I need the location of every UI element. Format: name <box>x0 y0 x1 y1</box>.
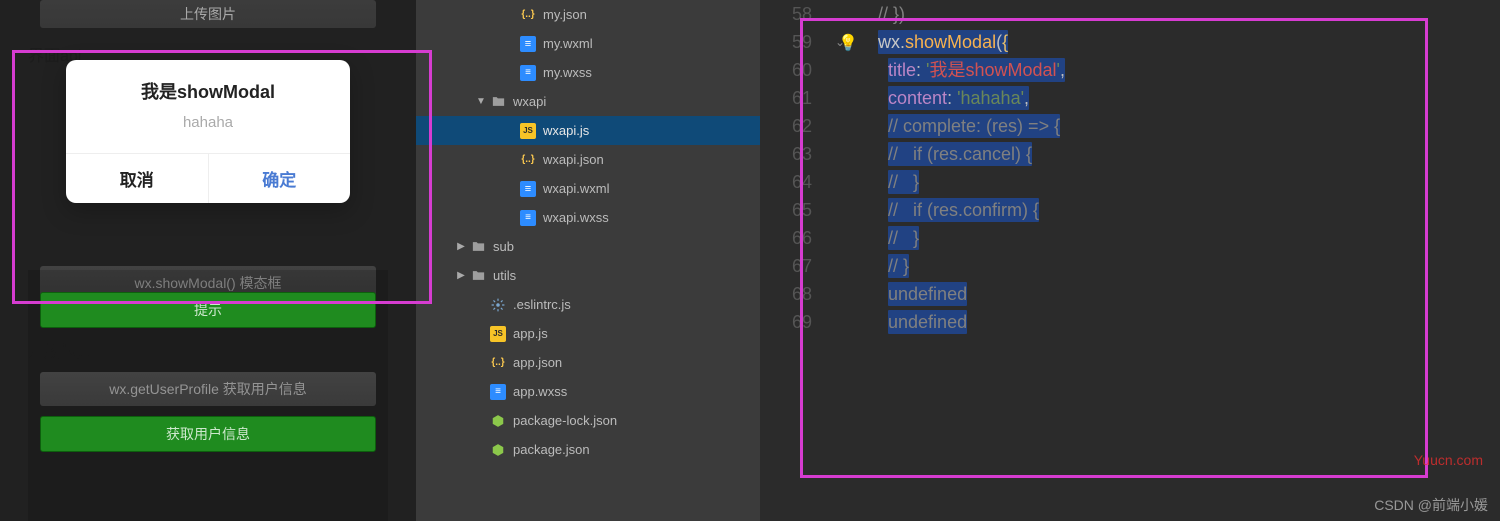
lightbulb-icon[interactable]: 💡 <box>838 30 858 58</box>
json-icon <box>520 7 536 23</box>
tree-item-label: wxapi.json <box>543 152 604 167</box>
code-line-69[interactable]: undefined <box>858 308 1490 336</box>
code-line-60[interactable]: title: '我是showModal', <box>858 56 1490 84</box>
tree-item-sub[interactable]: ▶ sub <box>416 232 760 261</box>
chevron-right-icon[interactable]: ▶ <box>456 270 466 281</box>
tree-item-app-wxss[interactable]: app.wxss <box>416 377 760 406</box>
tree-item-label: wxapi.wxml <box>543 181 609 196</box>
modal-content: hahaha <box>66 112 350 153</box>
nodejs-icon <box>490 413 506 429</box>
code-line-59[interactable]: wx.showModal({ <box>858 28 1490 56</box>
line-gutter: 585960616263646566676869 <box>760 0 830 336</box>
code-line-68[interactable]: undefined <box>858 280 1490 308</box>
tree-item-label: sub <box>493 239 514 254</box>
json-icon <box>520 152 536 168</box>
tree-item-my-json[interactable]: my.json <box>416 0 760 29</box>
js-icon <box>520 123 536 139</box>
tree-item-wxapi[interactable]: ▼ wxapi <box>416 87 760 116</box>
tree-item-label: app.js <box>513 326 548 341</box>
code-line-64[interactable]: // } <box>858 168 1490 196</box>
tree-item-package-json[interactable]: package.json <box>416 435 760 464</box>
tree-item-app-json[interactable]: app.json <box>416 348 760 377</box>
wxss-icon <box>490 384 506 400</box>
code-line-66[interactable]: // } <box>858 224 1490 252</box>
get-user-info-button[interactable]: 获取用户信息 <box>40 416 376 452</box>
wxss-icon <box>520 210 536 226</box>
tree-item-package-lock-json[interactable]: package-lock.json <box>416 406 760 435</box>
tree-item-app-js[interactable]: app.js <box>416 319 760 348</box>
tree-item-label: package.json <box>513 442 590 457</box>
file-tree[interactable]: my.json my.wxml my.wxss ▼ wxapi wxapi.js wxapi… <box>416 0 760 521</box>
tree-item-my-wxss[interactable]: my.wxss <box>416 58 760 87</box>
folder-icon <box>470 239 486 255</box>
modal-cancel-button[interactable]: 取消 <box>66 154 209 203</box>
json-icon <box>490 355 506 371</box>
tree-item-label: my.wxss <box>543 65 592 80</box>
tree-item-label: app.wxss <box>513 384 567 399</box>
tree-item-wxapi-json[interactable]: wxapi.json <box>416 145 760 174</box>
tree-item--eslintrc-js[interactable]: .eslintrc.js <box>416 290 760 319</box>
wxml-icon <box>520 36 536 52</box>
tree-item-label: package-lock.json <box>513 413 617 428</box>
tree-item-label: utils <box>493 268 516 283</box>
modal-confirm-button[interactable]: 确定 <box>209 154 351 203</box>
modal-actions: 取消 确定 <box>66 153 350 203</box>
code-line-58[interactable]: // }) <box>858 0 1490 28</box>
tip-button[interactable]: 提示 <box>40 292 376 328</box>
nodejs-icon <box>490 442 506 458</box>
folder-icon <box>490 94 506 110</box>
gear-icon <box>490 297 506 313</box>
code-content[interactable]: // }) wx.showModal({ title: '我是showModal… <box>858 0 1490 336</box>
tree-item-utils[interactable]: ▶ utils <box>416 261 760 290</box>
section-open-ability: 开放能力 <box>28 338 388 362</box>
upload-image-btn[interactable]: 上传图片 <box>40 0 376 28</box>
wxss-icon <box>520 65 536 81</box>
tree-item-wxapi-wxml[interactable]: wxapi.wxml <box>416 174 760 203</box>
code-line-67[interactable]: // } <box>858 252 1490 280</box>
chevron-down-icon[interactable]: ▼ <box>476 96 486 107</box>
code-editor[interactable]: 585960616263646566676869 ⌄ 💡 // }) wx.sh… <box>760 0 1500 521</box>
js-icon <box>490 326 506 342</box>
tree-item-label: my.json <box>543 7 587 22</box>
wxml-icon <box>520 181 536 197</box>
tree-item-label: wxapi <box>513 94 546 109</box>
modal-title: 我是showModal <box>66 60 350 112</box>
code-line-62[interactable]: // complete: (res) => { <box>858 112 1490 140</box>
code-line-65[interactable]: // if (res.confirm) { <box>858 196 1490 224</box>
tree-item-wxapi-wxss[interactable]: wxapi.wxss <box>416 203 760 232</box>
phone-simulator: 上传图片 界面api 我是showModal hahaha 取消 确定 wx.s… <box>0 0 416 521</box>
folder-icon <box>470 268 486 284</box>
tree-item-wxapi-js[interactable]: wxapi.js <box>416 116 760 145</box>
tree-item-label: app.json <box>513 355 562 370</box>
code-line-61[interactable]: content: 'hahaha', <box>858 84 1490 112</box>
getuserprofile-button[interactable]: wx.getUserProfile 获取用户信息 <box>40 372 376 406</box>
modal-dialog: 我是showModal hahaha 取消 确定 <box>66 60 350 203</box>
tree-item-my-wxml[interactable]: my.wxml <box>416 29 760 58</box>
code-line-63[interactable]: // if (res.cancel) { <box>858 140 1490 168</box>
tree-item-label: .eslintrc.js <box>513 297 571 312</box>
tree-item-label: wxapi.js <box>543 123 589 138</box>
tree-item-label: my.wxml <box>543 36 593 51</box>
chevron-right-icon[interactable]: ▶ <box>456 241 466 252</box>
tree-item-label: wxapi.wxss <box>543 210 609 225</box>
